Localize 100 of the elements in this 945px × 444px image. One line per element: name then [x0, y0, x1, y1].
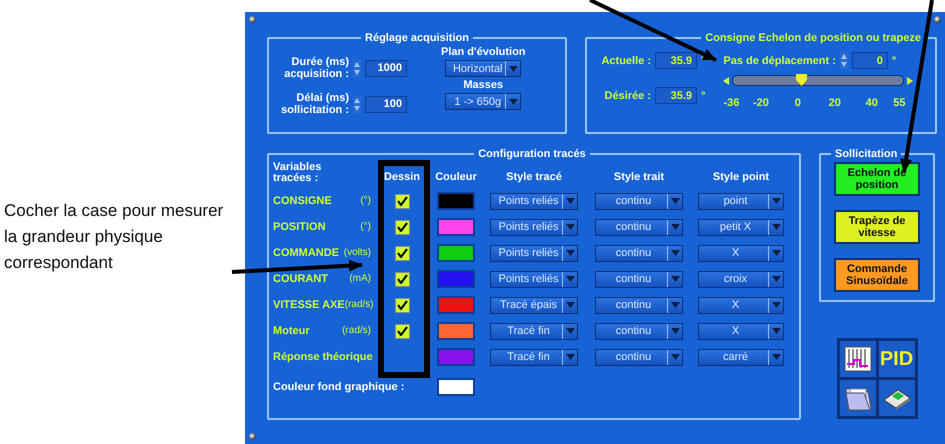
- column-header: Dessin: [384, 171, 420, 183]
- tick-label: -36: [723, 97, 740, 109]
- unit-label: (°): [360, 195, 371, 207]
- point-style-dropdown[interactable]: carré: [698, 348, 784, 366]
- column-header: Style tracé: [506, 171, 562, 183]
- point-style-dropdown[interactable]: X: [698, 296, 784, 314]
- dropdown-caret-icon: [670, 302, 680, 308]
- annotation-text: Cocher la case pour mesurer la grandeur physique correspondant: [3, 200, 224, 274]
- step-field[interactable]: 0: [852, 52, 888, 69]
- tick-label: 55: [893, 97, 906, 109]
- screw-icon: [249, 16, 256, 23]
- check-icon: [396, 222, 408, 232]
- reading-field[interactable]: 35.9: [655, 52, 697, 69]
- scroll-left-icon[interactable]: [723, 76, 730, 84]
- tick-label: 0: [794, 97, 801, 109]
- dropdown-caret-icon: [508, 98, 518, 104]
- background-color-label: Couleur fond graphique :: [273, 381, 404, 393]
- dropdown-caret-icon: [772, 354, 780, 360]
- spinner-icon[interactable]: [353, 60, 361, 76]
- solicitation-button[interactable]: Trapèze de vitesse: [834, 210, 920, 244]
- slider-track[interactable]: [732, 75, 904, 86]
- draw-checkbox[interactable]: [394, 324, 410, 338]
- dropdown-caret-icon: [670, 198, 680, 204]
- line-style-dropdown[interactable]: continu: [595, 244, 683, 262]
- pid-button[interactable]: PID: [878, 340, 916, 378]
- color-swatch[interactable]: [437, 218, 475, 236]
- color-swatch[interactable]: [437, 270, 475, 288]
- line-style-dropdown[interactable]: continu: [595, 192, 683, 210]
- color-swatch[interactable]: [437, 244, 475, 262]
- point-style-dropdown[interactable]: X: [698, 244, 784, 262]
- spinner-icon[interactable]: [840, 52, 848, 69]
- tool-button[interactable]: [838, 379, 876, 417]
- panel-title: Sollicitation: [834, 148, 898, 160]
- variable-name: COURANT: [273, 273, 328, 285]
- line-style-dropdown[interactable]: continu: [595, 348, 683, 366]
- variable-name: Réponse théorique: [273, 351, 373, 363]
- check-icon: [396, 274, 408, 284]
- line-style-dropdown[interactable]: continu: [595, 270, 683, 288]
- unit-label: (rad/s): [342, 325, 371, 337]
- color-swatch[interactable]: [437, 378, 475, 396]
- dropdown-caret-icon: [670, 354, 680, 360]
- color-swatch[interactable]: [437, 192, 475, 210]
- column-header: Couleur: [435, 171, 477, 183]
- point-style-dropdown[interactable]: croix: [698, 270, 784, 288]
- point-style-dropdown[interactable]: point: [698, 192, 784, 210]
- scroll-right-icon[interactable]: [907, 76, 914, 84]
- color-swatch[interactable]: [437, 296, 475, 314]
- unit-label: (°): [360, 221, 371, 233]
- dropdown-caret-icon: [670, 276, 680, 282]
- point-style-dropdown[interactable]: petit X: [698, 218, 784, 236]
- value-field[interactable]: 100: [365, 96, 407, 112]
- check-icon: [396, 248, 408, 258]
- value-field[interactable]: 1000: [365, 60, 407, 76]
- color-swatch[interactable]: [437, 348, 475, 366]
- field-label: Durée (ms) acquisition :: [283, 56, 349, 80]
- panel-title: Réglage acquisition: [364, 32, 470, 44]
- trace-style-dropdown[interactable]: Points reliés: [490, 218, 578, 236]
- reading-label: Désirée :: [604, 90, 651, 102]
- dropdown-caret-icon: [566, 224, 574, 230]
- line-style-dropdown[interactable]: continu: [595, 218, 683, 236]
- draw-checkbox[interactable]: [394, 272, 410, 286]
- trace-style-dropdown[interactable]: Points reliés: [490, 192, 578, 210]
- field-label: Plan d'évolution: [441, 46, 526, 58]
- draw-checkbox[interactable]: [394, 220, 410, 234]
- dropdown-caret-icon: [772, 302, 780, 308]
- draw-checkbox[interactable]: [394, 298, 410, 312]
- reading-label: Actuelle :: [600, 54, 651, 66]
- trace-style-dropdown[interactable]: Points reliés: [490, 244, 578, 262]
- panel-title: Consigne Echelon de position ou trapeze: [704, 32, 922, 44]
- dropdown[interactable]: 1 -> 650g: [445, 93, 522, 110]
- dropdown-caret-icon: [508, 66, 518, 72]
- unit-label: (rad/s): [344, 299, 374, 311]
- spinner-icon[interactable]: [353, 96, 361, 112]
- trace-style-dropdown[interactable]: Tracé fin: [490, 322, 578, 340]
- dropdown-caret-icon: [772, 328, 780, 334]
- unit-label: (mA): [349, 273, 371, 285]
- step-label: Pas de déplacement :: [723, 54, 836, 66]
- dropdown-caret-icon: [670, 224, 680, 230]
- degree-unit: °: [701, 90, 706, 102]
- line-style-dropdown[interactable]: continu: [595, 296, 683, 314]
- chart-icon: [844, 346, 872, 372]
- draw-checkbox[interactable]: [394, 246, 410, 260]
- trace-style-dropdown[interactable]: Points reliés: [490, 270, 578, 288]
- slider-thumb[interactable]: [796, 74, 807, 86]
- unit-label: (volts): [344, 247, 371, 259]
- color-swatch[interactable]: [437, 322, 475, 340]
- trace-style-dropdown[interactable]: Tracé fin: [490, 348, 578, 366]
- dropdown-caret-icon: [670, 250, 680, 256]
- point-style-dropdown[interactable]: X: [698, 322, 784, 340]
- reading-field[interactable]: 35.9: [655, 87, 697, 104]
- solicitation-button[interactable]: Commande Sinusoïdale: [834, 258, 920, 292]
- check-icon: [396, 300, 408, 310]
- draw-checkbox[interactable]: [394, 194, 410, 208]
- trace-style-dropdown[interactable]: Tracé épais: [490, 296, 578, 314]
- dropdown-caret-icon: [772, 276, 780, 282]
- dropdown[interactable]: Horizontal: [445, 60, 522, 77]
- column-header: Variables tracées :: [273, 162, 322, 184]
- line-style-dropdown[interactable]: continu: [595, 322, 683, 340]
- tool-button[interactable]: [878, 379, 916, 417]
- tool-button[interactable]: [838, 340, 876, 378]
